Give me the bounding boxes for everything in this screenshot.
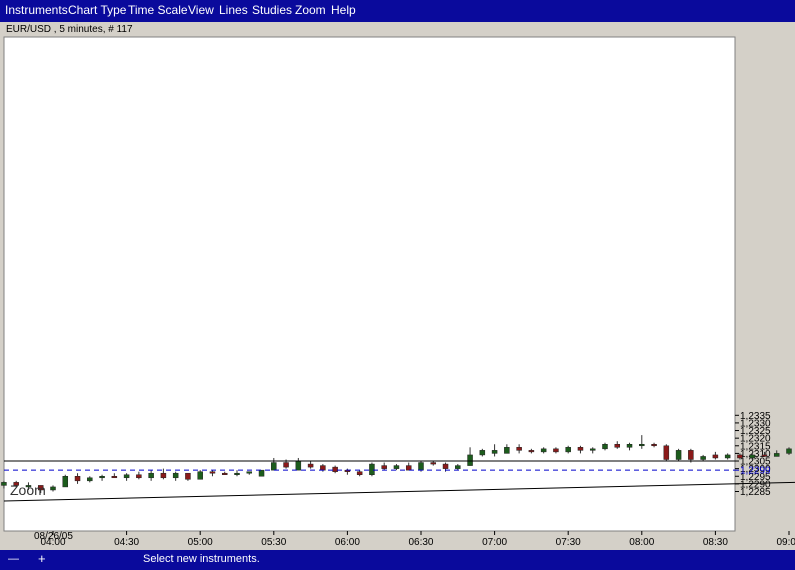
candle-body (393, 465, 400, 469)
menu-help[interactable]: Help (331, 3, 356, 18)
candle-body (405, 465, 412, 471)
menu-time-scale[interactable]: Time Scale (128, 3, 188, 18)
candle-body (258, 469, 265, 477)
candle-body (234, 472, 240, 475)
x-tick-label: 08:30 (703, 537, 728, 548)
candle-body (479, 450, 486, 456)
candle-body (442, 463, 449, 469)
x-tick-label: 06:30 (408, 537, 433, 548)
candle-body (1, 482, 7, 486)
candle-body (700, 456, 706, 460)
x-tick-label: 05:00 (188, 537, 213, 548)
x-tick-label: 09:00 (776, 537, 795, 548)
status-dash-icon: — (8, 553, 19, 565)
status-bar: — + Select new instruments. (0, 550, 795, 570)
candle-body (62, 476, 69, 488)
candle-body (123, 474, 130, 479)
candle-body (651, 444, 657, 447)
candle-body (271, 462, 277, 471)
menu-chart-type[interactable]: Chart Type (68, 3, 126, 18)
candle-body (99, 476, 105, 479)
candle-body (786, 448, 792, 454)
menu-zoom[interactable]: Zoom (295, 3, 326, 18)
menu-view[interactable]: View (188, 3, 214, 18)
date-label: 08/26/05 (34, 531, 73, 542)
candle-body (418, 462, 424, 471)
candle-body (369, 463, 375, 475)
candle-body (209, 471, 216, 474)
candle-body (663, 445, 670, 460)
menu-lines[interactable]: Lines (219, 3, 248, 18)
candle-body (50, 486, 56, 491)
candle-body (185, 472, 191, 480)
candle-body (773, 453, 780, 457)
candle-body (455, 465, 461, 469)
candle-body (221, 472, 228, 475)
candle-body (246, 471, 253, 474)
candle-body (160, 472, 167, 479)
current-price-label: 1,2299 (740, 466, 771, 477)
candle-body (749, 454, 755, 459)
candle-body (356, 471, 363, 475)
menu-instruments[interactable]: Instruments (5, 3, 68, 18)
candle-body (504, 447, 510, 454)
candle-body (307, 463, 314, 468)
status-message: Select new instruments. (143, 553, 260, 565)
y-tick-label: 1,2335 (740, 411, 771, 422)
candle-body (148, 472, 154, 479)
x-tick-label: 08:00 (629, 537, 654, 548)
candle-body (283, 462, 289, 468)
zoom-label: Zoom (10, 482, 46, 498)
candle-body (724, 454, 731, 459)
chart-caption: EUR/USD , 5 minutes, # 117 (6, 24, 133, 35)
chart-area[interactable]: 1,22851,22901,22951,23001,23051,23101,23… (0, 22, 795, 550)
candle-body (626, 444, 633, 448)
candle-body (761, 454, 768, 457)
candle-body (295, 460, 302, 471)
x-tick-label: 05:30 (261, 537, 286, 548)
candle-body (675, 450, 682, 460)
candle-body (737, 454, 743, 459)
candle-body (320, 465, 326, 471)
x-tick-label: 04:30 (114, 537, 139, 548)
candle-body (565, 447, 571, 453)
candle-body (614, 444, 621, 448)
candle-body (589, 448, 596, 451)
candle-body (381, 465, 387, 469)
candle-body (528, 450, 535, 453)
candle-body (516, 447, 522, 451)
candle-body (688, 450, 694, 460)
candle-body (602, 444, 608, 450)
x-tick-label: 06:00 (335, 537, 360, 548)
candle-body (197, 471, 203, 480)
candle-body (491, 450, 498, 454)
candle-body (332, 466, 338, 472)
candle-body (577, 447, 584, 451)
x-tick-label: 07:00 (482, 537, 507, 548)
candle-body (74, 476, 81, 482)
plot-area[interactable] (3, 36, 736, 532)
menu-bar: Instruments Chart Type Time Scale View L… (0, 0, 795, 22)
candle-body (639, 444, 645, 447)
menu-studies[interactable]: Studies (252, 3, 292, 18)
candle-body (172, 472, 179, 479)
candle-body (430, 462, 437, 465)
candle-body (553, 448, 559, 453)
candle-body (136, 474, 142, 479)
candle-body (712, 454, 719, 459)
x-tick-label: 07:30 (556, 537, 581, 548)
candle-body (467, 454, 473, 466)
candle-body (111, 476, 118, 479)
candle-body (87, 477, 93, 482)
status-cross-icon: + (38, 551, 46, 566)
candle-body (540, 448, 547, 453)
